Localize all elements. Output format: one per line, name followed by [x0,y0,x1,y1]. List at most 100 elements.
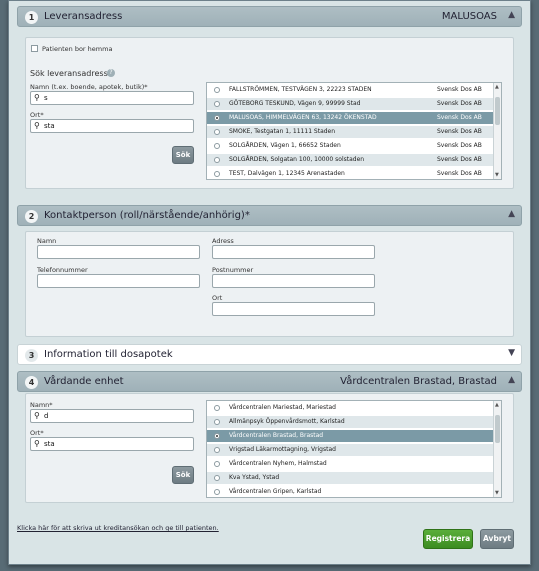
section-1-header[interactable]: 1 Leveransadress MALUSOAS ▲ [17,6,522,27]
list-item-supplier: Svensk Dos AB [437,100,482,107]
list-item[interactable]: Allmänpsyk Öppenvårdsmott, Karlstad [207,416,493,428]
list-item-supplier: Svensk Dos AB [437,86,482,93]
list-item[interactable]: Vårdcentralen Brastad, Brastad [207,430,493,442]
chevron-down-icon[interactable]: ▼ [508,348,515,358]
list-item-supplier: Svensk Dos AB [437,142,482,149]
unit-results-list: Vårdcentralen Mariestad, Mariestad Allmän… [206,400,502,498]
ort-label: Ort* [30,429,44,437]
contact-city-input[interactable] [212,302,375,316]
address-name-input[interactable]: ⚲ s [30,91,194,105]
radio-button[interactable] [214,489,220,495]
radio-button[interactable] [214,171,220,177]
section-1-body: Patienten bor hemma Sök leveransadress ?… [25,37,514,189]
radio-button[interactable] [214,143,220,149]
chevron-up-icon[interactable]: ▲ [508,209,515,219]
list-item-name: Vårdcentralen Gripen, Karlstad [229,488,322,495]
list-item-name: SOLGÅRDEN, Vägen 1, 66652 Staden [229,142,341,149]
list-item[interactable]: TEST, Dalvägen 1, 12345 Arenastaden Svens… [207,168,493,179]
scrollbar[interactable]: ▲ ▼ [493,401,501,497]
list-item[interactable]: MALUSOAS, HIMMELVÄGEN 63, 13242 ÖKENSTAD… [207,112,493,124]
list-item-name: Vårdcentralen Brastad, Brastad [229,432,324,439]
radio-button[interactable] [214,101,220,107]
search-address-heading: Sök leveransadress [30,69,108,78]
list-item-supplier: Svensk Dos AB [437,114,482,121]
help-icon[interactable]: ? [107,69,115,77]
section-kontaktperson: 2 Kontaktperson (roll/närstående/anhörig… [17,205,522,341]
telefon-label: Telefonnummer [37,266,88,274]
cancel-button[interactable]: Avbryt [480,529,514,549]
list-item-name: SOLGÅRDEN, Solgatan 100, 10000 solstaden [229,156,365,163]
list-item[interactable]: SOLGÅRDEN, Solgatan 100, 10000 solstaden… [207,154,493,166]
list-item-name: SMOKE, Testgatan 1, 11111 Staden [229,128,336,135]
section-title: Leveransadress [44,11,123,22]
section-title: Vårdande enhet [44,376,124,387]
section-number: 2 [25,210,38,223]
section-number: 4 [25,376,38,389]
list-item-name: Vårdcentralen Mariestad, Mariestad [229,404,336,411]
radio-button[interactable] [214,419,220,425]
section-3-header[interactable]: 3 Information till dosapotek ▼ [17,344,522,365]
radio-button[interactable] [214,157,220,163]
radio-button[interactable] [214,129,220,135]
search-icon: ⚲ [34,121,40,130]
radio-button[interactable] [214,447,220,453]
ort-label: Ort* [30,111,44,119]
namn-label: Namn [37,237,57,245]
list-item-name: GÖTEBORG TESKUND, Vägen 9, 99999 Stad [229,100,361,107]
selected-unit-summary: Vårdcentralen Brastad, Brastad [340,376,497,387]
register-button[interactable]: Registrera [423,529,473,549]
section-information: 3 Information till dosapotek ▼ [17,344,522,365]
section-title: Information till dosapotek [44,349,173,360]
name-label: Namn (t.ex. boende, apotek, butik)* [30,83,148,91]
chevron-up-icon[interactable]: ▲ [508,375,515,385]
patient-home-label: Patienten bor hemma [42,45,113,53]
radio-button[interactable] [214,87,220,93]
list-item[interactable]: Vårdcentralen Gripen, Karlstad [207,486,493,497]
section-number: 1 [25,11,38,24]
list-item-supplier: Svensk Dos AB [437,170,482,177]
scrollbar-thumb[interactable] [495,97,500,125]
radio-button[interactable] [214,461,220,467]
list-item[interactable]: SOLGÅRDEN, Vägen 1, 66652 Staden Svensk D… [207,140,493,152]
chevron-up-icon[interactable]: ▲ [508,10,515,20]
postnummer-label: Postnummer [212,266,254,274]
list-item[interactable]: Vrigstad Läkarmottagning, Vrigstad [207,444,493,456]
search-icon: ⚲ [34,93,40,102]
section-4-header[interactable]: 4 Vårdande enhet Vårdcentralen Brastad, … [17,371,522,392]
unit-name-input[interactable]: ⚲ d [30,409,194,423]
search-address-button[interactable]: Sök [172,146,194,164]
list-item[interactable]: SMOKE, Testgatan 1, 11111 Staden Svensk D… [207,126,493,138]
search-icon: ⚲ [34,439,40,448]
contact-phone-input[interactable] [37,274,200,288]
radio-button[interactable] [214,405,220,411]
credit-application-link[interactable]: Klicka här för att skriva ut kreditansök… [17,524,219,532]
search-unit-button[interactable]: Sök [172,466,194,484]
radio-button[interactable] [214,115,220,121]
contact-name-input[interactable] [37,245,200,259]
list-item-name: Kva Ystad, Ystad [229,474,280,481]
search-icon: ⚲ [34,411,40,420]
list-item-name: Vrigstad Läkarmottagning, Vrigstad [229,446,336,453]
list-item-name: Vårdcentralen Nyhem, Halmstad [229,460,327,467]
list-item-name: FALLSTRÖMMEN, TESTVÄGEN 3, 22223 STADEN [229,86,372,93]
list-item[interactable]: FALLSTRÖMMEN, TESTVÄGEN 3, 22223 STADEN S… [207,84,493,96]
unit-ort-input[interactable]: ⚲ sta [30,437,194,451]
list-item[interactable]: Vårdcentralen Nyhem, Halmstad [207,458,493,470]
section-2-header[interactable]: 2 Kontaktperson (roll/närstående/anhörig… [17,205,522,226]
address-results-list: FALLSTRÖMMEN, TESTVÄGEN 3, 22223 STADEN S… [206,82,502,180]
list-item[interactable]: Kva Ystad, Ystad [207,472,493,484]
contact-address-input[interactable] [212,245,375,259]
radio-button[interactable] [214,475,220,481]
list-item[interactable]: GÖTEBORG TESKUND, Vägen 9, 99999 Stad Sve… [207,98,493,110]
section-leveransadress: 1 Leveransadress MALUSOAS ▲ Patienten bo… [17,6,522,196]
section-number: 3 [25,349,38,362]
contact-postcode-input[interactable] [212,274,375,288]
scrollbar-thumb[interactable] [495,415,500,443]
ort-label: Ort [212,294,223,302]
list-item[interactable]: Vårdcentralen Mariestad, Mariestad [207,402,493,414]
section-4-body: Namn* ⚲ d Ort* ⚲ sta Sök Vårdcentralen M… [25,393,514,503]
scrollbar[interactable]: ▲ ▼ [493,83,501,179]
patient-home-checkbox[interactable] [31,45,38,52]
address-ort-input[interactable]: ⚲ sta [30,119,194,133]
radio-button[interactable] [214,433,220,439]
